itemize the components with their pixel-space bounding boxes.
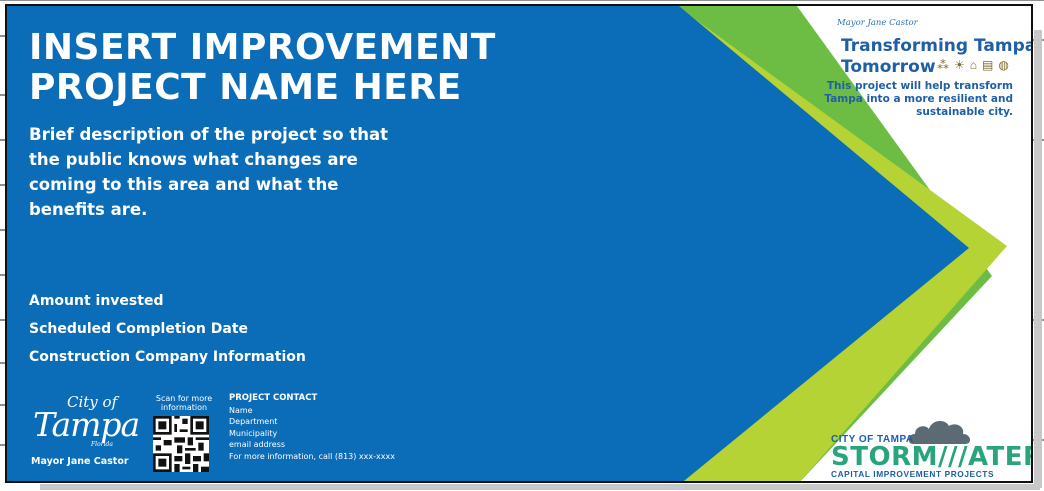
stormwater-name: STORM///ATER (831, 442, 1033, 472)
project-title: INSERT IMPROVEMENT PROJECT NAME HERE (29, 28, 496, 108)
amount-invested: Amount invested (29, 293, 164, 309)
project-contact: PROJECT CONTACT Name Department Municipa… (229, 393, 395, 462)
construction-company: Construction Company Information (29, 349, 306, 365)
sign-shadow-right (1034, 30, 1042, 488)
contact-municipality: Municipality (229, 428, 278, 438)
contact-department: Department (229, 417, 278, 426)
contact-email[interactable]: email address (229, 439, 395, 451)
city-of-tampa-logo: City of Tampa Florida Mayor Jane Castor (27, 391, 140, 471)
stormwater-logo: CITY OF TAMPA STORM///ATER CAPITAL IMPRO… (825, 418, 1031, 479)
mayor-name: Mayor Jane Castor (31, 456, 129, 467)
scan-text: Scan for more information (155, 394, 213, 412)
initiative-description: This project will help transform Tampa i… (824, 80, 1013, 118)
contact-phone: For more information, call (813) xxx-xxx… (229, 451, 395, 461)
tampa-script: Tampa (33, 405, 140, 444)
initiative-icons: ⁂ ☀ ⌂ ▤ ◍ (937, 58, 1009, 72)
completion-date: Scheduled Completion Date (29, 321, 249, 337)
building-icon: ▤ (982, 58, 994, 72)
title-line-1: INSERT IMPROVEMENT (29, 27, 496, 68)
contact-heading: PROJECT CONTACT (229, 393, 318, 403)
qr-code-icon[interactable] (153, 416, 209, 472)
mayor-signature: Mayor Jane Castor (837, 18, 918, 28)
project-sign: INSERT IMPROVEMENT PROJECT NAME HERE Bri… (5, 4, 1033, 483)
contact-name: Name (229, 405, 253, 415)
project-description: Brief description of the project so that… (29, 125, 388, 219)
sign-shadow-bottom (40, 484, 1040, 490)
title-line-2: PROJECT NAME HERE (29, 67, 462, 108)
tomorrow-title: Tomorrow (841, 57, 936, 77)
florida-text: Florida (91, 441, 113, 448)
globe-icon: ◍ (998, 58, 1009, 72)
house-icon: ⌂ (969, 58, 978, 72)
lightbulb-icon: ☀ (954, 58, 965, 72)
people-icon: ⁂ (937, 58, 949, 72)
stormwater-sub: CAPITAL IMPROVEMENT PROJECTS (831, 469, 995, 479)
transforming-tampa-title: Transforming Tampa's (841, 36, 1033, 56)
